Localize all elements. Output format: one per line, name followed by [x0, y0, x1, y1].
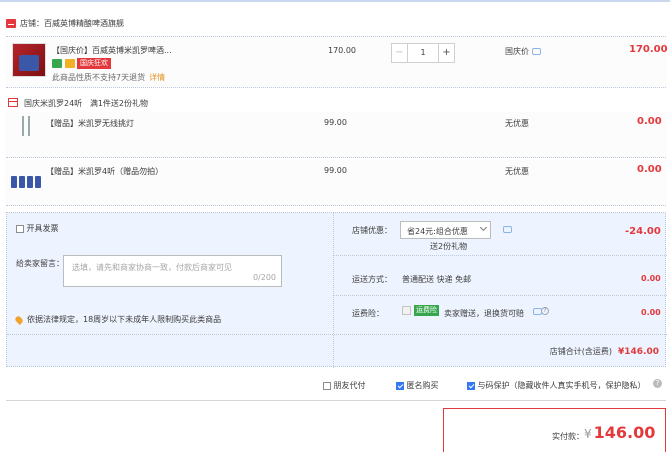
anonymous-option[interactable]: 匿名购买	[396, 380, 439, 391]
shipping-method: 普通配送 快递 免邮	[402, 275, 472, 284]
payment-summary: 实付款： ¥146.00	[443, 408, 666, 452]
message-counter: 0/200	[252, 273, 276, 282]
shipping-fee: 0.00	[641, 274, 661, 283]
order-options-panel: 开具发票 给卖家留言： 选填，请先和商家协商一致，付款后商家可见 0/200 依…	[6, 212, 667, 368]
friend-pay-option[interactable]: 朋友代付	[323, 380, 366, 391]
shipping-label: 运送方式：	[352, 275, 392, 284]
insurance-text: 卖家赠送，退换货可赔	[444, 309, 524, 318]
privacy-checkbox[interactable]	[467, 381, 475, 390]
shop-header: 店铺：百威英博精酿啤酒旗舰	[0, 13, 670, 35]
payment-amount: ¥146.00	[584, 423, 656, 442]
gift-price: 99.00	[324, 166, 347, 175]
coupon-select[interactable]: 省24元:组合优惠	[400, 221, 491, 239]
shop-name[interactable]: 店铺：百威英博精酿啤酒旗舰	[20, 18, 124, 29]
help-icon[interactable]: ?	[653, 379, 662, 388]
gift-item: 【赠品】米凯罗4听（赠品勿拍） 99.00 无优惠 0.00	[6, 160, 666, 206]
insurance-badge: 运费险	[414, 305, 439, 316]
insurance-label: 运费险：	[352, 309, 384, 318]
gift-promotion: 无优惠	[505, 119, 529, 128]
gift-title[interactable]: 【赠品】米凯罗4听（赠品勿拍）	[46, 166, 163, 177]
order-left-column	[7, 213, 334, 368]
invoice-checkbox[interactable]	[16, 224, 24, 233]
coupon-gift-text: 送2份礼物	[430, 242, 468, 251]
unit-price: 170.00	[328, 46, 356, 55]
order-item: 【国庆价】百威英博米凯罗啤酒... 国庆狂欢 此商品性质不支持7天退货 详情 17…	[6, 36, 668, 88]
chat-icon[interactable]	[532, 48, 541, 55]
gift-total: 0.00	[637, 164, 662, 175]
gift-icon	[8, 98, 18, 107]
return-notice: 此商品性质不支持7天退货 详情	[52, 73, 166, 82]
gift-price: 99.00	[324, 118, 347, 127]
store-total: 店铺合计(含运费) ¥146.00	[549, 347, 659, 357]
increase-button[interactable]: +	[438, 44, 454, 62]
chat-icon[interactable]	[503, 226, 512, 233]
decrease-button[interactable]: −	[392, 44, 408, 62]
item-total: 170.00	[629, 44, 668, 55]
gift-total: 0.00	[637, 116, 662, 127]
gift-promo-text: 国庆米凯罗24听 满1件送2份礼物	[24, 99, 149, 108]
seller-message-input[interactable]: 选填，请先和商家协商一致，付款后商家可见 0/200	[63, 255, 282, 287]
credit-badge-icon	[65, 59, 75, 68]
item-promotion: 国庆价	[505, 46, 541, 57]
product-image[interactable]	[12, 43, 46, 77]
location-pin-icon	[14, 314, 24, 325]
coupon-discount: -24.00	[625, 226, 661, 237]
privacy-option[interactable]: 与码保护（隐藏收件人真实手机号，保护隐私）	[467, 380, 646, 391]
insurance-fee: 0.00	[641, 308, 661, 317]
quantity-stepper: − 1 +	[391, 43, 455, 63]
quantity-input[interactable]: 1	[408, 44, 438, 62]
gift-image[interactable]	[11, 168, 41, 188]
product-title[interactable]: 【国庆价】百威英博米凯罗啤酒...	[52, 45, 172, 56]
top-divider	[0, 0, 670, 2]
message-label: 给卖家留言：	[16, 259, 64, 268]
age-restriction-notice: 依据法律规定，18周岁以下未成年人限制购买此类商品	[14, 314, 221, 325]
insurance-checkbox	[402, 306, 411, 315]
gift-title[interactable]: 【赠品】米凯罗无线挑灯	[46, 118, 134, 129]
chevron-down-icon	[479, 223, 488, 232]
detail-link[interactable]: 详情	[149, 73, 165, 82]
gift-item: 【赠品】米凯罗无线挑灯 99.00 无优惠 0.00	[6, 112, 666, 158]
promo-badge: 国庆狂欢	[77, 58, 111, 69]
shop-icon	[6, 19, 16, 28]
payment-label: 实付款：	[552, 432, 584, 441]
invoice-option[interactable]: 开具发票	[16, 223, 59, 234]
divider	[7, 334, 667, 335]
divider	[6, 400, 666, 401]
message-placeholder: 选填，请先和商家协商一致，付款后商家可见	[72, 263, 232, 272]
divider	[334, 295, 667, 296]
gift-image[interactable]	[16, 116, 38, 140]
anonymous-checkbox[interactable]	[396, 381, 404, 390]
help-icon[interactable]: ?	[541, 307, 549, 315]
coupon-label: 店铺优惠：	[352, 226, 392, 235]
divider	[334, 255, 667, 256]
service-badge-icon	[52, 59, 62, 68]
friend-pay-checkbox[interactable]	[323, 381, 331, 390]
gift-promotion-row: 国庆米凯罗24听 满1件送2份礼物	[6, 97, 666, 111]
gift-promotion: 无优惠	[505, 167, 529, 176]
